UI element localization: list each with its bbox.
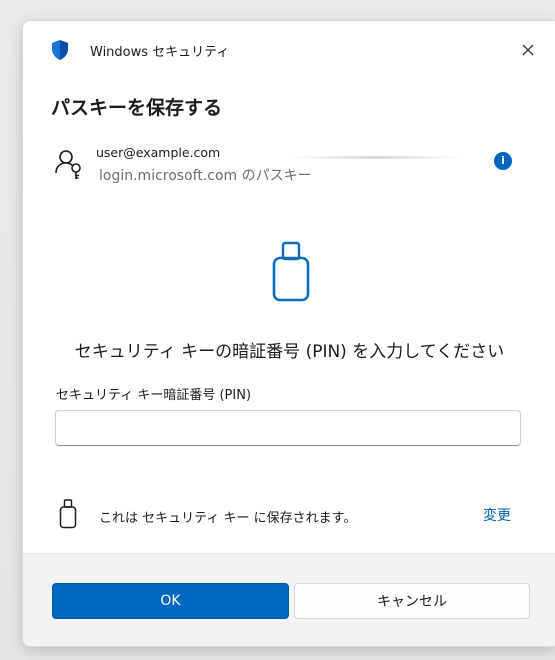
save-location-text: これは セキュリティ キー に保存されます。 xyxy=(99,511,357,526)
title-bar: Windows セキュリティ xyxy=(23,21,555,77)
redacted-text xyxy=(291,156,461,159)
close-icon[interactable] xyxy=(516,38,540,62)
key-person-icon xyxy=(55,150,81,179)
windows-security-shield-icon xyxy=(52,40,68,60)
dialog-footer: OK キャンセル xyxy=(23,553,555,646)
account-row: user@example.com login.microsoft.com のパス… xyxy=(51,143,531,203)
app-title: Windows セキュリティ xyxy=(90,45,230,60)
usb-security-key-icon xyxy=(272,241,310,302)
change-link[interactable]: 変更 xyxy=(483,505,511,525)
save-location-row: これは セキュリティ キー に保存されます。 変更 xyxy=(59,499,519,529)
windows-security-dialog: Windows セキュリティ パスキーを保存する user@example.co… xyxy=(22,20,555,647)
dialog-heading: パスキーを保存する xyxy=(51,97,223,119)
passkey-site: login.microsoft.com のパスキー xyxy=(99,168,312,184)
info-icon[interactable]: i xyxy=(494,152,512,170)
usb-security-key-small-icon xyxy=(59,499,77,529)
user-email: user@example.com xyxy=(96,145,221,160)
pin-field-label: セキュリティ キー暗証番号 (PIN) xyxy=(56,388,252,403)
cancel-button[interactable]: キャンセル xyxy=(294,583,530,619)
ok-button[interactable]: OK xyxy=(52,583,289,619)
pin-input[interactable] xyxy=(55,410,521,446)
pin-prompt: セキュリティ キーの暗証番号 (PIN) を入力してください xyxy=(74,342,505,362)
